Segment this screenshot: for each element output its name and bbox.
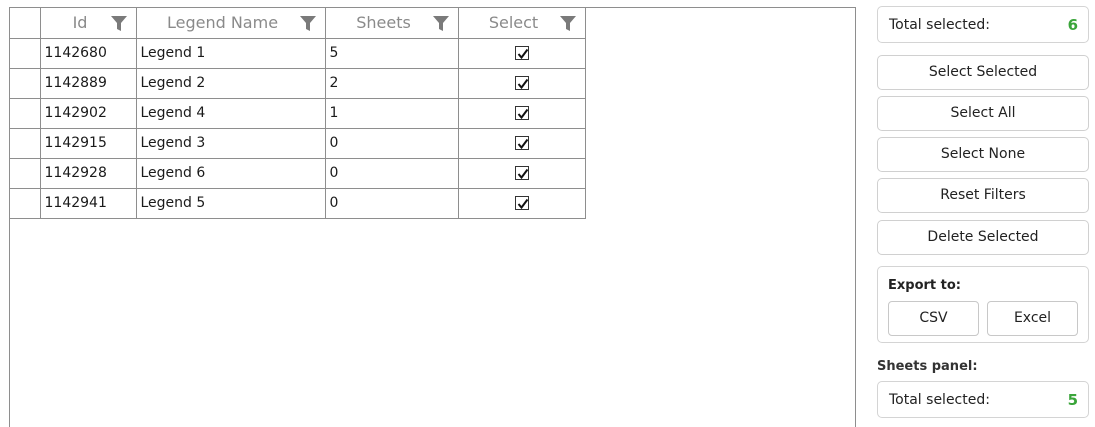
cell-legend-name[interactable]: Legend 3 <box>135 127 326 159</box>
cell-sheets[interactable]: 0 <box>324 127 459 159</box>
cell-select <box>457 97 586 129</box>
column-header-label: Select <box>488 13 539 33</box>
export-excel-button[interactable]: Excel <box>987 301 1078 336</box>
sheets-panel-label: Sheets panel: <box>877 359 978 374</box>
cell-id[interactable]: 1142928 <box>39 157 137 189</box>
export-label: Export to: <box>888 278 961 293</box>
select-checkbox[interactable] <box>514 106 529 120</box>
cell-legend-name[interactable]: Legend 2 <box>135 67 326 99</box>
cell-id[interactable]: 1142902 <box>39 97 137 129</box>
row-header[interactable] <box>10 67 41 99</box>
column-header-legend-name[interactable]: Legend Name <box>135 8 326 39</box>
select-checkbox[interactable] <box>514 136 529 150</box>
export-panel: Export to: CSV Excel <box>877 266 1089 343</box>
cell-sheets[interactable]: 2 <box>324 67 459 99</box>
filter-icon[interactable] <box>110 14 128 32</box>
sheets-total-selected-count: 5 <box>1067 391 1078 409</box>
row-header[interactable] <box>10 187 41 219</box>
cell-id[interactable]: 1142915 <box>39 127 137 159</box>
column-header-id[interactable]: Id <box>39 8 137 39</box>
legends-grid[interactable]: Id Legend Name Sheets Select 1142680 Leg… <box>9 7 856 427</box>
select-checkbox[interactable] <box>514 166 529 180</box>
sheets-total-selected-label: Total selected: <box>889 392 990 408</box>
row-header-corner <box>10 8 41 39</box>
row-header[interactable] <box>10 37 41 69</box>
export-csv-button[interactable]: CSV <box>888 301 979 336</box>
cell-select <box>457 37 586 69</box>
filter-icon[interactable] <box>559 14 577 32</box>
total-selected-card: Total selected: 6 <box>877 6 1089 43</box>
cell-select <box>457 67 586 99</box>
column-header-select[interactable]: Select <box>457 8 586 39</box>
select-checkbox[interactable] <box>514 46 529 60</box>
reset-filters-button[interactable]: Reset Filters <box>877 178 1089 213</box>
total-selected-count: 6 <box>1067 16 1078 34</box>
cell-sheets[interactable]: 0 <box>324 187 459 219</box>
column-header-label: Id <box>72 13 88 33</box>
row-header[interactable] <box>10 127 41 159</box>
cell-select <box>457 187 586 219</box>
header-row: Id Legend Name Sheets Select <box>10 8 586 39</box>
cell-legend-name[interactable]: Legend 4 <box>135 97 326 129</box>
table-row[interactable]: 1142680 Legend 1 5 <box>10 37 586 69</box>
table-row[interactable]: 1142889 Legend 2 2 <box>10 67 586 99</box>
table-row[interactable]: 1142928 Legend 6 0 <box>10 157 586 189</box>
sheets-total-selected-card: Total selected: 5 <box>877 381 1089 418</box>
cell-sheets[interactable]: 1 <box>324 97 459 129</box>
row-header[interactable] <box>10 97 41 129</box>
cell-sheets[interactable]: 5 <box>324 37 459 69</box>
select-selected-button[interactable]: Select Selected <box>877 55 1089 90</box>
table-row[interactable]: 1142915 Legend 3 0 <box>10 127 586 159</box>
filter-icon[interactable] <box>432 14 450 32</box>
column-header-label: Sheets <box>356 13 411 33</box>
cell-legend-name[interactable]: Legend 6 <box>135 157 326 189</box>
column-header-sheets[interactable]: Sheets <box>324 8 459 39</box>
cell-id[interactable]: 1142889 <box>39 67 137 99</box>
legends-table: Id Legend Name Sheets Select 1142680 Leg… <box>10 8 586 219</box>
select-checkbox[interactable] <box>514 76 529 90</box>
select-all-button[interactable]: Select All <box>877 96 1089 131</box>
select-none-button[interactable]: Select None <box>877 137 1089 172</box>
total-selected-label: Total selected: <box>889 17 990 33</box>
table-row[interactable]: 1142941 Legend 5 0 <box>10 187 586 219</box>
table-row[interactable]: 1142902 Legend 4 1 <box>10 97 586 129</box>
cell-id[interactable]: 1142941 <box>39 187 137 219</box>
column-header-label: Legend Name <box>166 13 279 33</box>
cell-select <box>457 157 586 189</box>
cell-legend-name[interactable]: Legend 1 <box>135 37 326 69</box>
cell-legend-name[interactable]: Legend 5 <box>135 187 326 219</box>
filter-icon[interactable] <box>299 14 317 32</box>
delete-selected-button[interactable]: Delete Selected <box>877 220 1089 255</box>
row-header[interactable] <box>10 157 41 189</box>
select-checkbox[interactable] <box>514 196 529 210</box>
cell-sheets[interactable]: 0 <box>324 157 459 189</box>
cell-select <box>457 127 586 159</box>
cell-id[interactable]: 1142680 <box>39 37 137 69</box>
